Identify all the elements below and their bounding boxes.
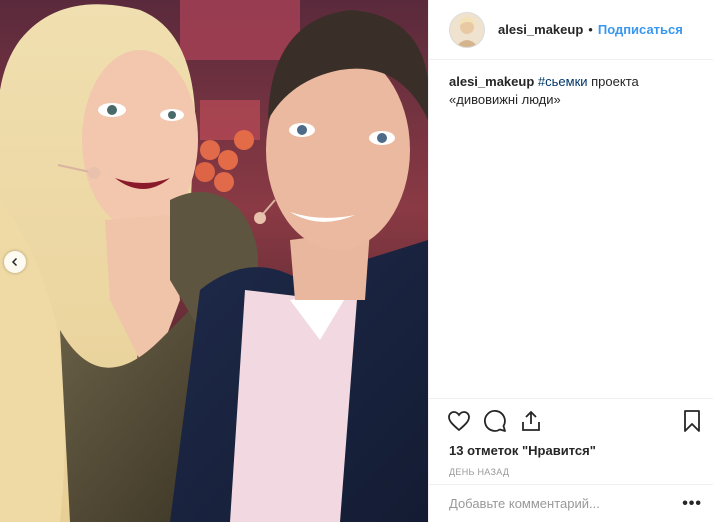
caption-username[interactable]: alesi_makeup [449, 74, 534, 89]
follow-button[interactable]: Подписаться [598, 22, 683, 37]
prev-photo-button[interactable] [4, 251, 26, 273]
likes-count[interactable]: 13 отметок "Нравится" [429, 443, 713, 458]
avatar[interactable] [449, 11, 485, 48]
post-actions: 13 отметок "Нравится" День назад [429, 398, 713, 477]
post-sidebar: alesi_makeup • Подписаться alesi_makeup … [428, 0, 713, 522]
comment-input[interactable] [449, 496, 683, 511]
post-timestamp[interactable]: День назад [429, 467, 713, 477]
separator-dot: • [588, 22, 593, 37]
post-photo[interactable] [0, 0, 428, 522]
comment-icon[interactable] [483, 409, 507, 433]
photo-illustration [0, 0, 428, 522]
heart-icon[interactable] [447, 409, 471, 433]
avatar-image [450, 12, 484, 47]
instagram-post: alesi_makeup • Подписаться alesi_makeup … [0, 0, 713, 522]
chevron-left-icon [11, 257, 18, 267]
header-username[interactable]: alesi_makeup [498, 22, 583, 37]
action-icons [429, 399, 713, 443]
comment-box: ••• [429, 484, 713, 522]
post-header: alesi_makeup • Подписаться [429, 0, 713, 60]
bookmark-icon[interactable] [680, 409, 704, 433]
caption-hashtag[interactable]: #сьемки [538, 74, 588, 89]
more-options-button[interactable]: ••• [682, 495, 702, 513]
share-icon[interactable] [519, 409, 543, 433]
post-caption: alesi_makeup #сьемки проекта «дивовижні … [429, 60, 713, 109]
